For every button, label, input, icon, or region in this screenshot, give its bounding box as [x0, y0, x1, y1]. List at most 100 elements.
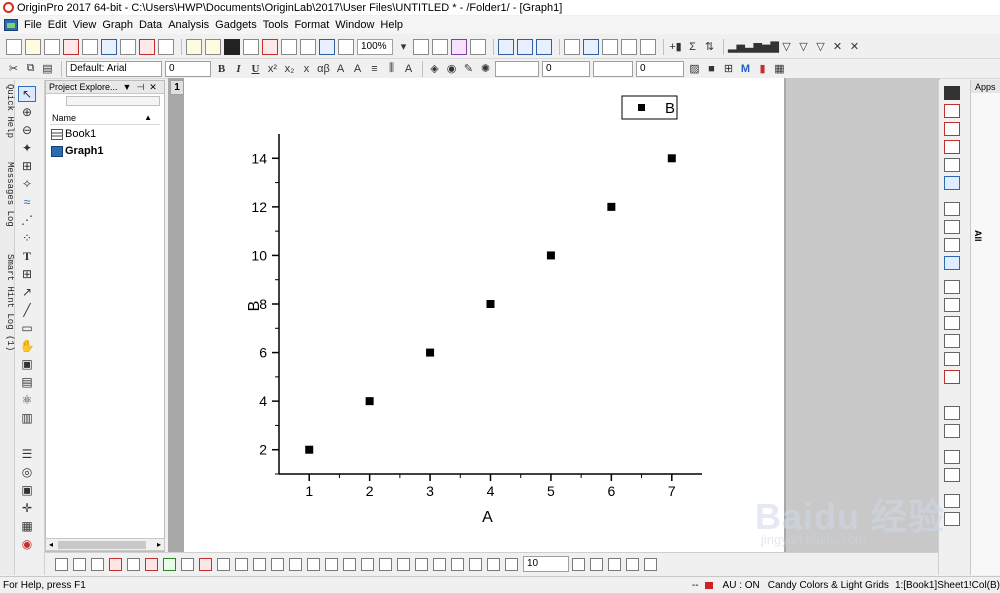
italic-icon[interactable]: I — [231, 63, 246, 75]
open-template-icon[interactable] — [205, 38, 221, 55]
save-template-icon[interactable] — [243, 38, 259, 55]
origin-app-icon[interactable] — [3, 2, 14, 13]
fill-style-select[interactable] — [593, 60, 633, 77]
table-tool-icon[interactable]: ▦ — [18, 518, 36, 534]
box-plot-icon[interactable] — [199, 557, 212, 571]
arrange-1-icon[interactable] — [944, 406, 960, 420]
layer-list-icon[interactable]: ☰ — [18, 446, 36, 462]
zoom-dropdown-icon[interactable]: ▾ — [396, 40, 411, 53]
cursor-tool-icon[interactable]: ✛ — [18, 500, 36, 516]
decrease-font-icon[interactable]: A — [350, 63, 365, 75]
size-select[interactable]: 10 — [523, 556, 569, 572]
axis-cross-icon[interactable] — [944, 370, 960, 384]
vector-plot-icon[interactable] — [325, 557, 338, 571]
fill-width-select[interactable]: 0 — [636, 60, 684, 77]
scroll-left-icon[interactable]: ◂ — [46, 539, 56, 550]
delete-icon[interactable]: ✕ — [830, 40, 845, 53]
line-color-icon[interactable]: ✎ — [461, 62, 476, 75]
project-explorer-scrollbar[interactable]: ◂ ▸ — [45, 538, 165, 551]
align-bottom-icon[interactable] — [626, 557, 639, 571]
scatter-chart[interactable]: 1 2 3 4 5 6 72468101214ABB — [184, 78, 784, 552]
menu-analysis[interactable]: Analysis — [168, 19, 215, 31]
cut-icon[interactable]: ✂ — [6, 62, 21, 75]
insert-graph-icon[interactable]: ▣ — [18, 356, 36, 372]
object-edit-2-icon[interactable] — [361, 557, 374, 571]
pattern-icon[interactable]: ◉ — [444, 62, 459, 75]
object-edit-4-icon[interactable] — [397, 557, 410, 571]
scroll-thumb[interactable] — [58, 541, 146, 549]
hand-tool-icon[interactable]: ✋ — [18, 338, 36, 354]
line-plot-icon[interactable] — [55, 557, 68, 571]
open-icon[interactable] — [186, 38, 202, 55]
tab-smart-hint-log[interactable]: Smart Hint Log (1) — [0, 252, 15, 351]
list-item-graph1[interactable]: Graph1 — [51, 144, 104, 158]
object-manager-icon[interactable] — [583, 38, 599, 55]
line-style-select[interactable] — [495, 60, 539, 77]
wrap-icon[interactable]: ▦ — [772, 62, 787, 75]
grid-tool-icon[interactable]: ⊞ — [18, 266, 36, 282]
object-edit-5-icon[interactable] — [415, 557, 428, 571]
add-column-icon[interactable]: +▮ — [668, 40, 683, 53]
object-edit-9-icon[interactable] — [487, 557, 500, 571]
insert-object-icon[interactable]: ▥ — [18, 410, 36, 426]
new-function-icon[interactable] — [101, 38, 117, 55]
apps-tab-all[interactable]: All — [973, 230, 983, 242]
layer-manage-icon[interactable] — [944, 256, 960, 270]
menu-tools[interactable]: Tools — [263, 19, 295, 31]
new-matrix-icon[interactable] — [82, 38, 98, 55]
refresh-icon[interactable] — [432, 38, 448, 55]
symbol-icon[interactable]: ✺ — [478, 62, 493, 75]
polar-plot-icon[interactable] — [271, 557, 284, 571]
recalculate-icon[interactable] — [319, 38, 335, 55]
contour-plot-icon[interactable] — [235, 557, 248, 571]
data-reader-icon[interactable]: ✦ — [18, 140, 36, 156]
stacked-plot-icon[interactable]: ▅▇ — [762, 40, 779, 53]
error-bar-icon[interactable] — [145, 557, 158, 571]
line-tool-icon[interactable]: ╱ — [18, 302, 36, 318]
scatter-tool-icon[interactable]: ⁘ — [18, 230, 36, 246]
axis-top-icon[interactable] — [944, 298, 960, 312]
zoom-out-icon[interactable]: ⊖ — [18, 122, 36, 138]
results-log-icon[interactable] — [498, 38, 514, 55]
axis-corner-icon[interactable] — [944, 352, 960, 366]
fill-icon[interactable]: ■ — [704, 63, 719, 75]
status-theme[interactable]: Candy Colors & Light Grids — [768, 580, 889, 591]
object-edit-3-icon[interactable] — [379, 557, 392, 571]
graph-page[interactable]: 1 2 3 4 5 6 7 2 4 6 8 10 12 14 A B B — [184, 78, 784, 552]
arrange-3-icon[interactable] — [944, 450, 960, 464]
font-color-icon[interactable]: A — [401, 63, 416, 75]
rotate-tool-icon[interactable]: ◎ — [18, 464, 36, 480]
insert-equation-icon[interactable]: ⚛ — [18, 392, 36, 408]
superscript-icon[interactable]: x² — [265, 63, 280, 75]
script-window-icon[interactable] — [536, 38, 552, 55]
import-csv-icon[interactable] — [281, 38, 297, 55]
object-edit-6-icon[interactable] — [433, 557, 446, 571]
arrange-4-icon[interactable] — [944, 468, 960, 482]
fast-mode-icon[interactable] — [944, 176, 960, 190]
layer-1-icon[interactable] — [944, 202, 960, 216]
area-plot-icon[interactable] — [163, 557, 176, 571]
object-edit-1-icon[interactable] — [343, 557, 356, 571]
subscript-icon[interactable]: x₂ — [282, 63, 297, 75]
record-icon[interactable]: ◉ — [18, 536, 36, 552]
pie-plot-icon[interactable] — [181, 557, 194, 571]
menu-format[interactable]: Format — [294, 19, 335, 31]
align-icon[interactable]: ≡ — [367, 63, 382, 75]
new-layout-icon[interactable] — [120, 38, 136, 55]
table-icon[interactable]: ⊞ — [721, 62, 736, 75]
axis-box-icon[interactable] — [944, 334, 960, 348]
menu-view[interactable]: View — [73, 19, 103, 31]
region-icon[interactable]: ⋰ — [18, 212, 36, 228]
save-project-icon[interactable] — [224, 38, 240, 55]
hatch-icon[interactable]: ▨ — [687, 62, 702, 75]
rescale-y-icon[interactable] — [944, 122, 960, 136]
new-project-icon[interactable] — [6, 38, 22, 55]
arrange-2-icon[interactable] — [944, 424, 960, 438]
new-graph-icon[interactable] — [63, 38, 79, 55]
messages-log-icon[interactable] — [602, 38, 618, 55]
pointer-icon[interactable]: ↖ — [18, 86, 36, 102]
new-excel-icon[interactable] — [158, 38, 174, 55]
sort-icon[interactable]: ⇅ — [702, 40, 717, 53]
close-icon[interactable]: ✕ — [149, 82, 157, 93]
close-icon[interactable]: ✕ — [847, 40, 862, 53]
